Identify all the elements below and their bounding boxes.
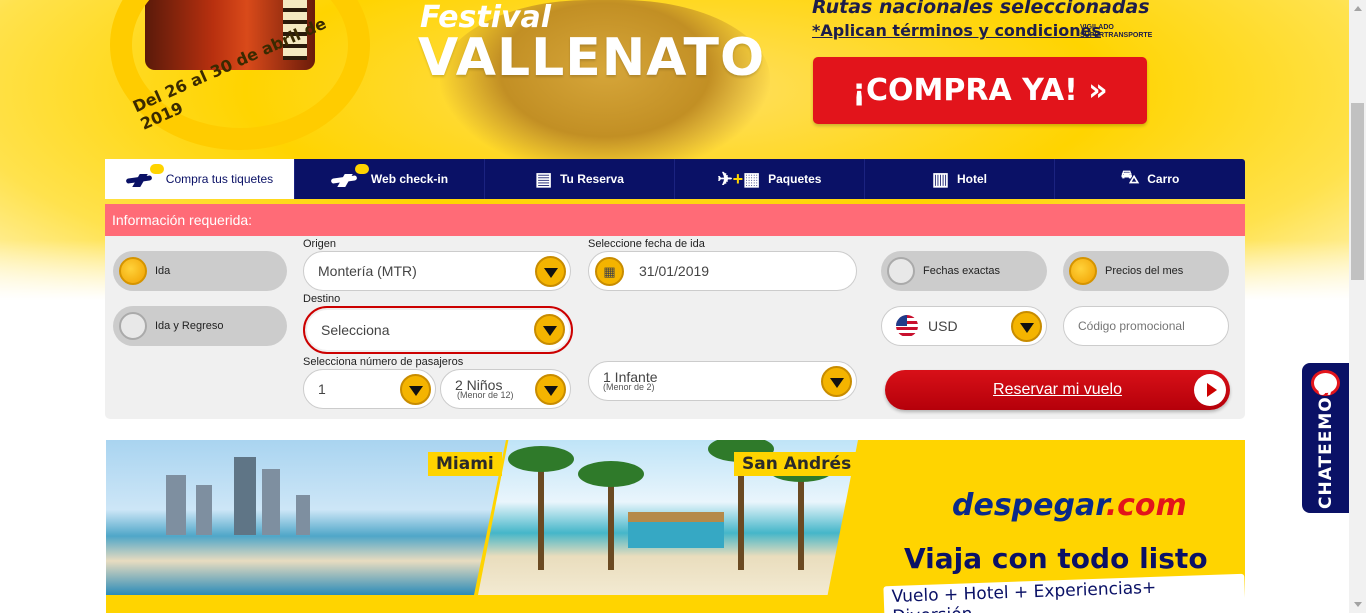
date-label: Seleccione fecha de ida [588,238,705,250]
chevron-down-icon [535,374,566,405]
despegar-logo: despegar.com [952,488,1187,523]
festival-title: VALLENATO [418,28,766,88]
promo-subline: Vuelo + Hotel + Experiencias+ Diversión [883,573,1245,613]
chevron-down-icon [400,374,431,405]
us-flag-icon [896,315,918,337]
children-sub: (Menor de 12) [457,389,514,400]
children-select[interactable]: 2 Niños (Menor de 12) [440,369,571,409]
reserve-label: Reservar mi vuelo [993,381,1122,398]
buy-now-button[interactable]: ¡COMPRA YA! » [813,57,1147,124]
radio-label: Ida [155,265,171,277]
radio-label: Precios del mes [1105,265,1184,277]
brand-b: .com [1105,488,1187,523]
promo-banner[interactable]: Miami San Andrés despegar.com Viaja con … [106,440,1245,613]
radio-empty-icon [119,312,147,340]
promo-code-input[interactable] [1063,306,1229,346]
vigilado-logo: VIGILADO SUPERTRANSPORTE [1080,24,1153,39]
plane-hotel-icon: ✈+▦ [717,168,761,189]
infants-text: 1 Infante (Menor de 2) [603,370,658,392]
children-text: 2 Niños (Menor de 12) [455,378,514,400]
rutas-text: Rutas nacionales seleccionadas [812,0,1150,18]
radio-empty-icon [887,257,915,285]
date-value: 31/01/2019 [639,263,710,279]
radio-ida[interactable]: Ida [113,251,287,291]
tab-label: Carro [1147,172,1180,186]
infants-sub: (Menor de 2) [603,381,655,392]
building-icon: ▥ [931,168,949,189]
reserve-flight-button[interactable]: Reservar mi vuelo [885,370,1230,410]
radio-label: Fechas exactas [923,265,1001,277]
origin-select[interactable]: Montería (MTR) [303,251,571,291]
passengers-label: Selecciona número de pasajeros [303,356,464,368]
tab-tu-reserva[interactable]: ▤ Tu Reserva [485,159,675,199]
destination-value: Selecciona [321,322,390,338]
chevron-down-icon [535,256,566,287]
scroll-up-arrow-icon[interactable] [1349,0,1366,17]
chat-label: CHATEEMOS [1316,383,1336,509]
adults-select[interactable]: 1 [303,369,436,409]
adults-value: 1 [318,381,326,397]
destination-select[interactable]: Selecciona [307,310,569,350]
tab-paquetes[interactable]: ✈+▦ Paquetes [675,159,865,199]
chevron-down-icon [821,366,852,397]
scroll-down-arrow-icon[interactable] [1349,596,1366,613]
radio-selected-icon [119,257,147,285]
booking-form: Ida Ida y Regreso Origen Montería (MTR) … [105,236,1245,419]
radio-ida-regreso[interactable]: Ida y Regreso [113,306,287,346]
car-icon: ⛍ [1120,167,1140,187]
radio-fechas-exactas[interactable]: Fechas exactas [881,251,1047,291]
calendar-icon: ▦ [595,257,624,286]
tab-web-checkin[interactable]: Web check-in [295,159,485,199]
tab-label: Paquetes [768,172,822,186]
tab-compra-tiquetes[interactable]: Compra tus tiquetes [105,159,295,199]
miami-label: Miami [428,452,502,476]
plane-icon [331,164,369,188]
destination-highlight: Selecciona [303,306,573,354]
play-arrow-icon [1194,374,1226,406]
date-input[interactable]: ▦ 31/01/2019 [588,251,857,291]
chat-widget[interactable]: CHATEEMOS [1302,363,1349,513]
scrollbar-thumb[interactable] [1351,103,1364,280]
chevron-down-icon [534,314,565,345]
destination-label: Destino [303,293,341,305]
page-scrollbar[interactable] [1349,0,1366,613]
terms-link[interactable]: *Aplican términos y condiciones [812,21,1101,40]
booking-icon: ▤ [535,168,553,189]
promo-headline: Viaja con todo listo [904,542,1208,575]
currency-select[interactable]: USD [881,306,1047,346]
tab-label: Tu Reserva [560,172,624,186]
chevron-down-icon [1011,311,1042,342]
currency-value: USD [928,318,958,334]
origin-label: Origen [303,238,337,250]
plane-icon [126,164,164,188]
infants-select[interactable]: 1 Infante (Menor de 2) [588,361,857,401]
tab-label: Web check-in [370,172,449,186]
tab-label: Hotel [957,172,987,186]
radio-selected-icon [1069,257,1097,285]
radio-label: Ida y Regreso [155,320,224,332]
brand-a: despegar [952,488,1106,523]
origin-value: Montería (MTR) [318,263,417,279]
san-andres-label: San Andrés [734,452,860,476]
required-info-bar: Información requerida: [105,204,1245,236]
tab-carro[interactable]: ⛍ Carro [1055,159,1245,199]
tab-label: Compra tus tiquetes [165,172,274,186]
tab-hotel[interactable]: ▥ Hotel [865,159,1055,199]
radio-precios-mes[interactable]: Precios del mes [1063,251,1229,291]
booking-tabs: Compra tus tiquetes Web check-in ▤ Tu Re… [105,159,1245,199]
